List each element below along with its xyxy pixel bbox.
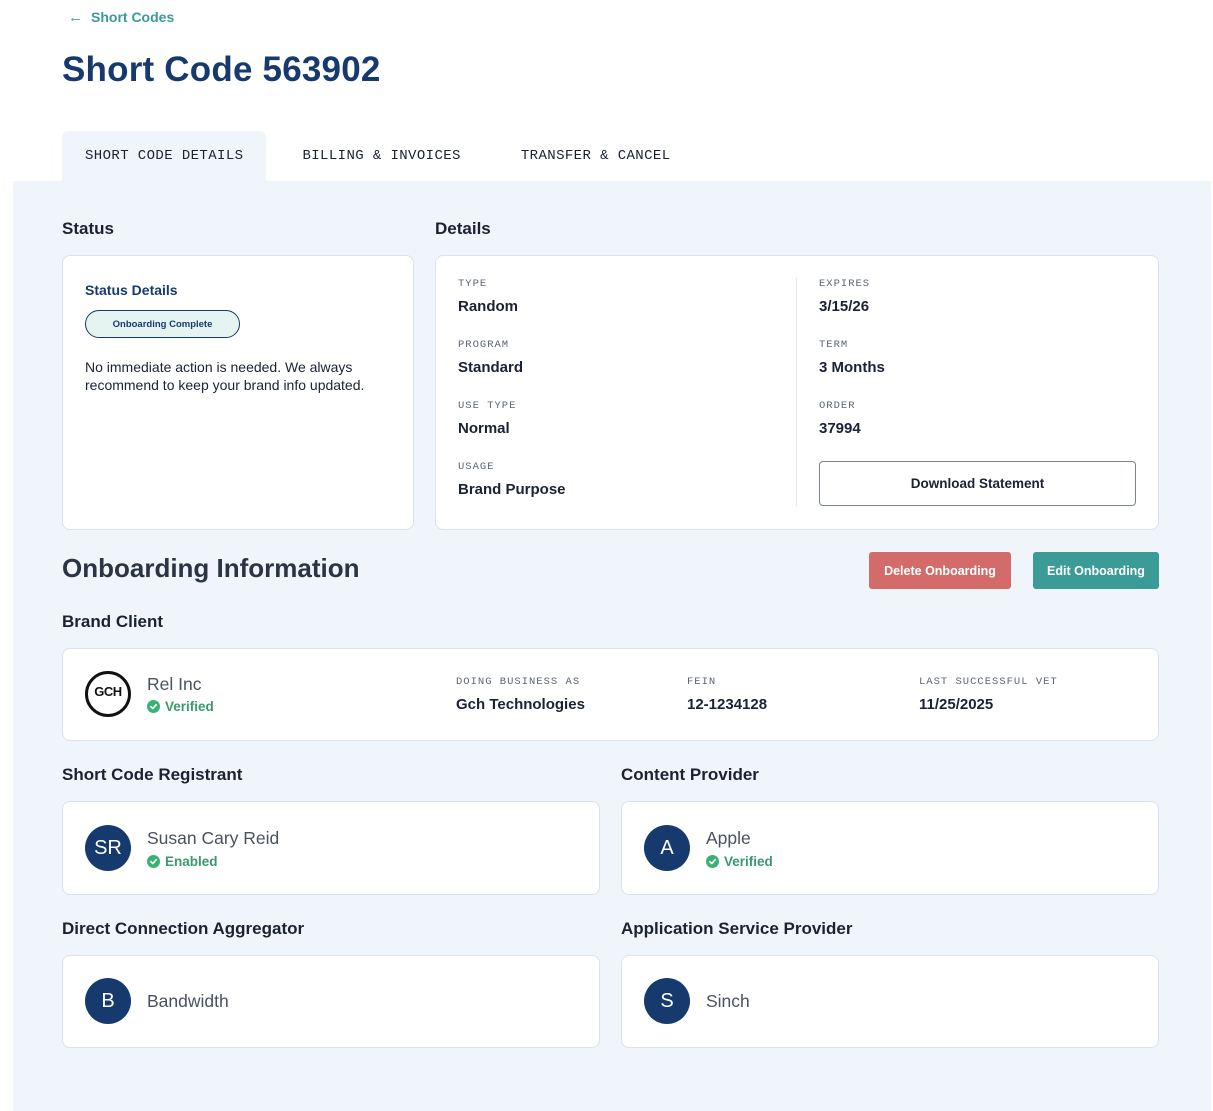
page: ← Short Codes Short Code 563902 SHORT CO…: [0, 0, 1213, 1111]
back-link-label: Short Codes: [91, 9, 175, 25]
check-circle-icon: [147, 855, 160, 868]
details-section-label: Details: [435, 219, 491, 238]
detail-expires: EXPIRES 3/15/26: [819, 278, 870, 315]
detail-order: ORDER 37994: [819, 400, 861, 437]
brand-last-vet-label: LAST SUCCESSFUL VET: [919, 676, 1058, 688]
content-provider-status-label: Verified: [724, 854, 773, 869]
avatar: B: [85, 978, 131, 1024]
avatar: S: [644, 978, 690, 1024]
tab-short-code-details[interactable]: SHORT CODE DETAILS: [62, 131, 267, 181]
detail-expires-label: EXPIRES: [819, 278, 871, 290]
detail-usage-label: USAGE: [458, 461, 495, 473]
content-provider-card: A Apple Verified: [621, 801, 1159, 895]
aggregator-card: B Bandwidth: [62, 955, 600, 1048]
brand-last-vet: LAST SUCCESSFUL VET 11/25/2025: [919, 676, 1058, 713]
download-statement-button[interactable]: Download Statement: [819, 461, 1136, 506]
brand-last-vet-value: 11/25/2025: [919, 696, 994, 713]
status-message: No immediate action is needed. We always…: [85, 359, 365, 393]
brand-fein-label: FEIN: [687, 676, 717, 688]
brand-client-name: Rel Inc: [147, 674, 202, 694]
edit-onboarding-button[interactable]: Edit Onboarding: [1033, 552, 1159, 589]
brand-fein: FEIN 12-1234128: [687, 676, 767, 713]
tab-bar: SHORT CODE DETAILS BILLING & INVOICES TR…: [62, 131, 693, 181]
detail-type-label: TYPE: [458, 278, 488, 290]
avatar: A: [644, 825, 690, 871]
detail-use-type-label: USE TYPE: [458, 400, 517, 412]
content-provider-name: Apple: [706, 828, 751, 848]
brand-client-section-label: Brand Client: [62, 612, 164, 631]
brand-dba-label: DOING BUSINESS AS: [456, 676, 581, 688]
detail-expires-value: 3/15/26: [819, 298, 870, 315]
detail-order-value: 37994: [819, 420, 861, 437]
content-panel: Status Status Details Onboarding Complet…: [13, 181, 1211, 1111]
registrant-card: SR Susan Cary Reid Enabled: [62, 801, 600, 895]
detail-program: PROGRAM Standard: [458, 339, 523, 376]
detail-term-label: TERM: [819, 339, 849, 351]
brand-client-card: GCH Rel Inc Verified DOING BUSINESS AS G…: [62, 648, 1159, 741]
arrow-left-icon: ←: [68, 8, 83, 26]
status-badge: Onboarding Complete: [85, 310, 240, 338]
detail-use-type-value: Normal: [458, 420, 510, 437]
registrant-status: Enabled: [147, 854, 218, 869]
back-link[interactable]: ← Short Codes: [68, 9, 174, 25]
onboarding-title: Onboarding Information: [62, 553, 360, 583]
check-circle-icon: [706, 855, 719, 868]
status-card-title: Status Details: [85, 282, 178, 298]
tab-transfer-cancel[interactable]: TRANSFER & CANCEL: [499, 131, 693, 181]
content-provider-status: Verified: [706, 854, 773, 869]
status-section-label: Status: [62, 219, 114, 238]
brand-dba: DOING BUSINESS AS Gch Technologies: [456, 676, 585, 713]
detail-type: TYPE Random: [458, 278, 518, 315]
registrant-section-label: Short Code Registrant: [62, 765, 243, 784]
detail-term: TERM 3 Months: [819, 339, 885, 376]
brand-client-status-label: Verified: [165, 699, 214, 714]
aggregator-section-label: Direct Connection Aggregator: [62, 919, 305, 938]
detail-order-label: ORDER: [819, 400, 856, 412]
asp-section-label: Application Service Provider: [621, 919, 853, 938]
detail-program-value: Standard: [458, 359, 524, 376]
detail-usage-value: Brand Purpose: [458, 481, 566, 498]
delete-onboarding-button[interactable]: Delete Onboarding: [869, 552, 1011, 589]
detail-term-value: 3 Months: [819, 359, 885, 376]
brand-dba-value: Gch Technologies: [456, 696, 585, 713]
detail-type-value: Random: [458, 298, 518, 315]
brand-fein-value: 12-1234128: [687, 696, 768, 713]
check-circle-icon: [147, 700, 160, 713]
status-card: Status Details Onboarding Complete No im…: [62, 255, 414, 530]
brand-logo-text: GCH: [94, 684, 122, 699]
aggregator-name: Bandwidth: [147, 991, 229, 1011]
page-title: Short Code 563902: [62, 50, 381, 89]
brand-client-status: Verified: [147, 699, 214, 714]
tab-billing-invoices[interactable]: BILLING & INVOICES: [280, 131, 482, 181]
detail-usage: USAGE Brand Purpose: [458, 461, 566, 498]
detail-program-label: PROGRAM: [458, 339, 510, 351]
content-provider-section-label: Content Provider: [621, 765, 759, 784]
details-divider: [796, 278, 797, 506]
registrant-status-label: Enabled: [165, 854, 218, 869]
asp-card: S Sinch: [621, 955, 1159, 1048]
details-card: TYPE Random PROGRAM Standard USE TYPE No…: [435, 255, 1159, 530]
brand-logo: GCH: [85, 671, 131, 717]
registrant-name: Susan Cary Reid: [147, 828, 280, 848]
avatar: SR: [85, 825, 131, 871]
detail-use-type: USE TYPE Normal: [458, 400, 516, 437]
asp-name: Sinch: [706, 991, 750, 1011]
